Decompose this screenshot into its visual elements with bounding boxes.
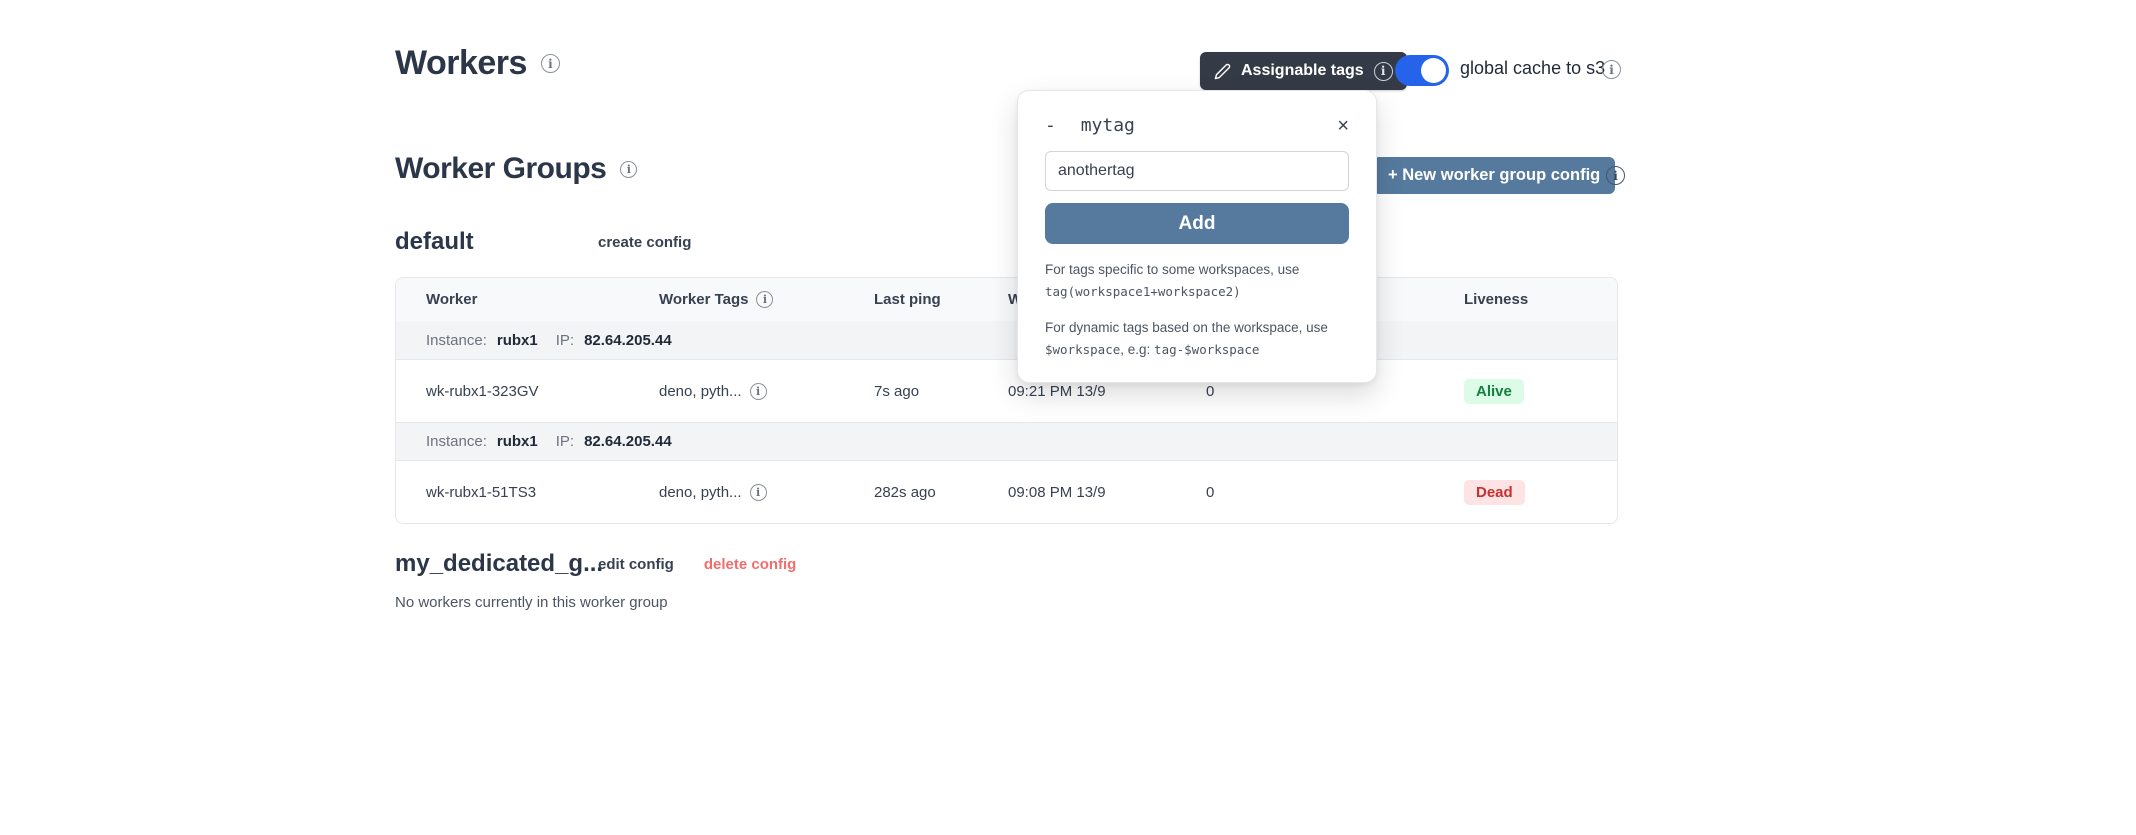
delete-config-link[interactable]: delete config <box>704 556 797 573</box>
help2-code2: tag-$workspace <box>1154 342 1259 357</box>
jobs-value: 0 <box>1206 383 1464 400</box>
create-config-link[interactable]: create config <box>598 234 691 251</box>
last-ping-value: 7s ago <box>874 383 1008 400</box>
group-name-default: default <box>395 228 582 256</box>
assignable-tags-popup: - mytag × Add For tags specific to some … <box>1017 90 1377 383</box>
ip-value: 82.64.205.44 <box>584 433 672 450</box>
global-cache-toggle[interactable] <box>1395 55 1449 86</box>
ip-value: 82.64.205.44 <box>584 332 672 349</box>
worker-row: wk-rubx1-323GV deno, pyth... i 7s ago 09… <box>396 359 1617 422</box>
tag-remove-dash[interactable]: - <box>1045 115 1056 136</box>
new-worker-group-config-info-icon[interactable]: i <box>1606 166 1625 185</box>
workers-info-icon[interactable]: i <box>541 54 560 73</box>
assignable-tags-info-icon[interactable]: i <box>1374 62 1393 81</box>
table-header-row: Worker Worker Tags i Last ping W Livenes… <box>396 278 1617 321</box>
close-icon[interactable]: × <box>1337 116 1349 136</box>
last-ping-value: 282s ago <box>874 484 1008 501</box>
assignable-tags-button[interactable]: Assignable tags i <box>1200 52 1407 90</box>
help1-code: tag(workspace1+workspace2) <box>1045 284 1241 299</box>
tags-help-workspaces: For tags specific to some workspaces, us… <box>1045 259 1349 302</box>
worker-name: wk-rubx1-51TS3 <box>426 484 659 501</box>
ip-label: IP: <box>556 332 574 349</box>
worker-row: wk-rubx1-51TS3 deno, pyth... i 282s ago … <box>396 460 1617 523</box>
new-tag-input[interactable] <box>1045 151 1349 191</box>
instance-label: Instance: <box>426 433 487 450</box>
worker-groups-info-icon[interactable]: i <box>620 161 637 178</box>
instance-name: rubx1 <box>497 332 538 349</box>
help1-text: For tags specific to some workspaces, us… <box>1045 262 1299 277</box>
jobs-value: 0 <box>1206 484 1464 501</box>
worker-tags-value: deno, pyth... <box>659 484 742 501</box>
worker-tags-row-info-icon[interactable]: i <box>750 383 767 400</box>
help2-code1: $workspace <box>1045 342 1120 357</box>
empty-group-note: No workers currently in this worker grou… <box>395 594 668 611</box>
assignable-tags-label: Assignable tags <box>1241 62 1364 80</box>
worker-name: wk-rubx1-323GV <box>426 383 659 400</box>
new-worker-group-config-button[interactable]: + New worker group config <box>1373 157 1615 194</box>
worker-start-value: 09:08 PM 13/9 <box>1008 484 1206 501</box>
group-name-dedicated: my_dedicated_g... <box>395 550 582 578</box>
col-header-worker-tags: Worker Tags i <box>659 291 874 308</box>
pencil-icon <box>1214 63 1231 80</box>
instance-name: rubx1 <box>497 433 538 450</box>
col-header-liveness: Liveness <box>1464 291 1617 308</box>
worker-tags-row-info-icon[interactable]: i <box>750 484 767 501</box>
col-header-last-ping: Last ping <box>874 291 1008 308</box>
worker-groups-heading: Worker Groups <box>395 152 606 186</box>
add-tag-button[interactable]: Add <box>1045 203 1349 244</box>
col-header-worker: Worker <box>426 291 659 308</box>
help2-text: For dynamic tags based on the workspace,… <box>1045 320 1328 335</box>
ip-label: IP: <box>556 433 574 450</box>
worker-tags-info-icon[interactable]: i <box>756 291 773 308</box>
liveness-badge: Dead <box>1464 480 1525 505</box>
instance-label: Instance: <box>426 332 487 349</box>
global-cache-info-icon[interactable]: i <box>1602 60 1621 79</box>
liveness-badge: Alive <box>1464 379 1524 404</box>
tags-help-dynamic: For dynamic tags based on the workspace,… <box>1045 317 1349 360</box>
toggle-knob <box>1421 58 1446 83</box>
tag-name: mytag <box>1081 115 1135 136</box>
edit-config-link[interactable]: edit config <box>598 556 674 573</box>
instance-row: Instance: rubx1 IP: 82.64.205.44 <box>396 422 1617 460</box>
worker-tags-cell: deno, pyth... i <box>659 484 874 501</box>
col-header-worker-tags-label: Worker Tags <box>659 291 748 308</box>
workers-table: Worker Worker Tags i Last ping W Livenes… <box>395 277 1618 524</box>
worker-tags-value: deno, pyth... <box>659 383 742 400</box>
worker-tags-cell: deno, pyth... i <box>659 383 874 400</box>
global-cache-label: global cache to s3 <box>1460 58 1605 79</box>
page-title: Workers <box>395 44 527 83</box>
tag-entry: - mytag <box>1045 115 1135 136</box>
help2-mid: , e.g: <box>1120 342 1154 357</box>
instance-row: Instance: rubx1 IP: 82.64.205.44 <box>396 321 1617 359</box>
worker-start-value: 09:21 PM 13/9 <box>1008 383 1206 400</box>
tag-row: - mytag × <box>1045 115 1349 136</box>
